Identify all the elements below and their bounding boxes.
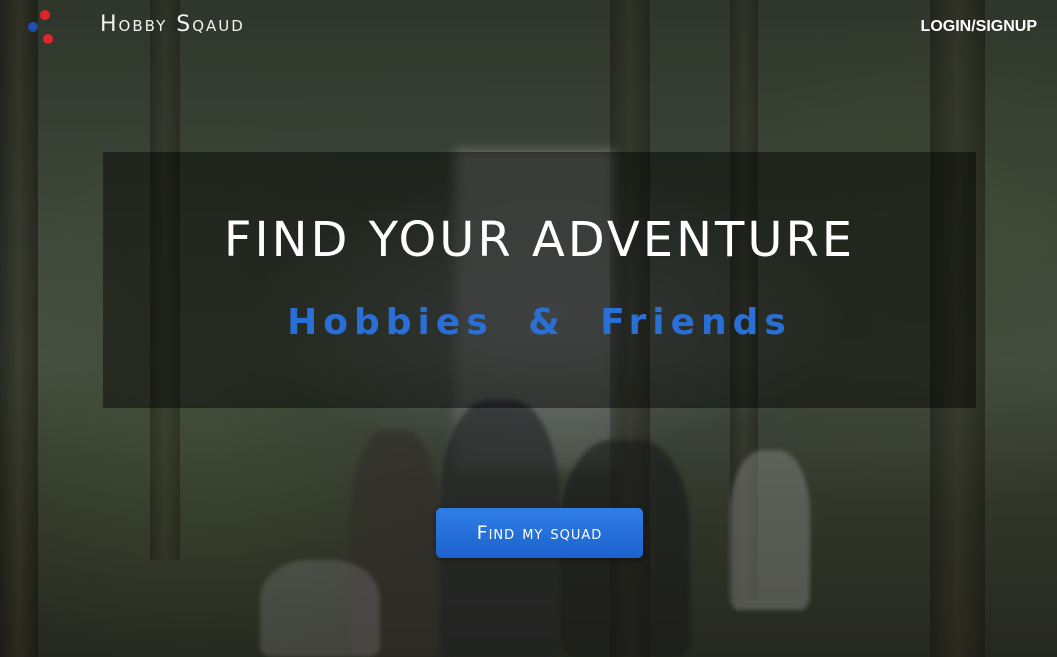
hero-title: FIND YOUR ADVENTURE [223, 212, 856, 268]
three-dot-logo-icon[interactable] [26, 10, 56, 46]
find-my-squad-button[interactable]: Find my squad [436, 508, 643, 558]
brand-name[interactable]: Hobby Sqaud [100, 12, 245, 37]
landing-page: Hobby Sqaud LOGIN/SIGNUP FIND YOUR ADVEN… [0, 0, 1057, 657]
hero-subtitle: Hobbies & Friends [287, 302, 792, 343]
hero-banner: FIND YOUR ADVENTURE Hobbies & Friends [103, 152, 976, 408]
login-signup-link[interactable]: LOGIN/SIGNUP [921, 18, 1037, 36]
